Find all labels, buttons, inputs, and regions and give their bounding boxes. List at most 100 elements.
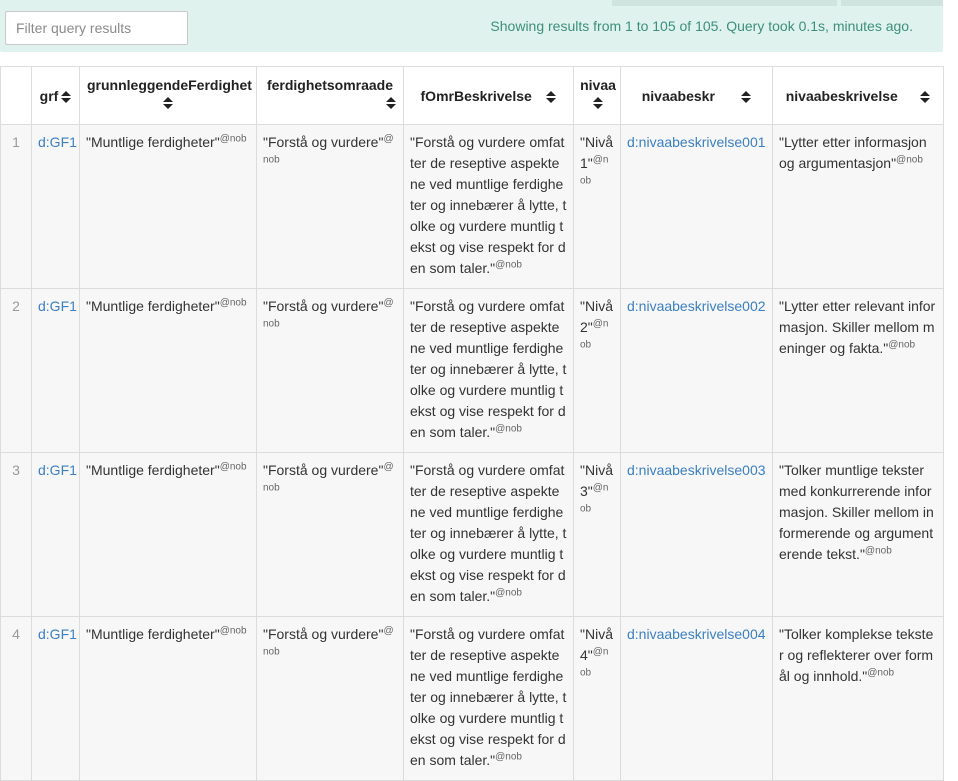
language-tag: @nob [864, 545, 892, 557]
top-tab[interactable] [612, 0, 837, 6]
language-tag: @nob [219, 625, 247, 637]
cell-text: "Nivå 3" [580, 462, 613, 499]
results-header-bar: Showing results from 1 to 105 of 105. Qu… [0, 0, 943, 52]
row-number: 3 [0, 452, 32, 617]
cell-ferdighetsomraade: "Forstå og vurdere"@nob [256, 124, 404, 289]
nivaabeskr-link[interactable]: d:nivaabeskrivelse004 [627, 626, 766, 642]
language-tag: @nob [219, 461, 247, 473]
table-row: 3 d:GF1 "Muntlige ferdigheter"@nob "Fors… [0, 452, 944, 617]
table-header-row: grf grunnleggendeFerdighet ferdighetsomr… [0, 66, 944, 125]
language-tag: @nob [219, 133, 247, 145]
cell-grunnleggendeferdighet: "Muntlige ferdigheter"@nob [79, 616, 257, 781]
cell-nivaabeskrivelse: "Tolker komplekse tekster og reflekterer… [772, 616, 944, 781]
column-header-grunnleggendeferdighet[interactable]: grunnleggendeFerdighet [79, 66, 257, 125]
cell-text: "Nivå 4" [580, 626, 613, 663]
row-number: 1 [0, 124, 32, 289]
cell-fomrbeskrivelse: "Forstå og vurdere omfatter de reseptive… [403, 616, 574, 781]
cell-grf: d:GF1 [31, 288, 80, 453]
column-header-label: grunnleggendeFerdighet [87, 77, 252, 93]
top-tab[interactable] [841, 0, 943, 6]
cell-text: "Forstå og vurdere omfatter de reseptive… [410, 462, 567, 604]
column-header-label: fOmrBeskrivelse [420, 87, 532, 104]
cell-text: "Muntlige ferdigheter" [86, 626, 220, 642]
grf-link[interactable]: d:GF1 [38, 298, 77, 314]
language-tag: @nob [495, 423, 522, 435]
cell-ferdighetsomraade: "Forstå og vurdere"@nob [256, 288, 404, 453]
cell-grunnleggendeferdighet: "Muntlige ferdigheter"@nob [79, 288, 257, 453]
column-header-nivaabeskr[interactable]: nivaabeskr [620, 66, 773, 125]
filter-query-results-input[interactable] [5, 11, 188, 45]
language-tag: @nob [219, 297, 247, 309]
column-header-fomrbeskrivelse[interactable]: fOmrBeskrivelse [403, 66, 574, 125]
cell-text: "Muntlige ferdigheter" [86, 298, 220, 314]
cell-text: "Nivå 2" [580, 298, 613, 335]
grf-link[interactable]: d:GF1 [38, 626, 77, 642]
column-header-label: ferdighetsomraade [266, 77, 394, 93]
cell-nivaabeskr: d:nivaabeskrivelse001 [620, 124, 773, 289]
cell-text: "Muntlige ferdigheter" [86, 134, 220, 150]
cell-text: "Forstå og vurdere omfatter de reseptive… [410, 134, 567, 276]
cell-fomrbeskrivelse: "Forstå og vurdere omfatter de reseptive… [403, 288, 574, 453]
grf-link[interactable]: d:GF1 [38, 462, 77, 478]
cell-text: "Tolker komplekse tekster og reflekterer… [779, 626, 934, 684]
sort-icon[interactable] [546, 90, 557, 103]
column-header-nivaa[interactable]: nivaa [573, 66, 621, 125]
cell-ferdighetsomraade: "Forstå og vurdere"@nob [256, 452, 404, 617]
nivaabeskr-link[interactable]: d:nivaabeskrivelse002 [627, 298, 766, 314]
cell-fomrbeskrivelse: "Forstå og vurdere omfatter de reseptive… [403, 452, 574, 617]
cell-nivaa: "Nivå 4"@nob [573, 616, 621, 781]
cell-text: "Forstå og vurdere" [263, 298, 384, 314]
cell-text: "Muntlige ferdigheter" [86, 462, 220, 478]
cell-nivaabeskr: d:nivaabeskrivelse002 [620, 288, 773, 453]
row-number-header [0, 66, 32, 125]
sort-icon[interactable] [163, 97, 173, 109]
column-header-nivaabeskrivelse[interactable]: nivaabeskrivelse [772, 66, 944, 125]
sort-icon[interactable] [741, 90, 752, 103]
row-number: 2 [0, 288, 32, 453]
column-header-ferdighetsomraade[interactable]: ferdighetsomraade [256, 66, 404, 125]
cell-text: "Tolker muntlige tekster med konkurreren… [779, 462, 934, 562]
sort-icon[interactable] [593, 97, 603, 109]
grf-link[interactable]: d:GF1 [38, 134, 77, 150]
cell-text: "Forstå og vurdere" [263, 462, 384, 478]
nivaabeskr-link[interactable]: d:nivaabeskrivelse003 [627, 462, 766, 478]
language-tag: @nob [495, 259, 522, 271]
cell-grunnleggendeferdighet: "Muntlige ferdigheter"@nob [79, 124, 257, 289]
cell-text: "Nivå 1" [580, 134, 613, 171]
column-header-grf[interactable]: grf [31, 66, 80, 125]
cell-text: "Forstå og vurdere" [263, 626, 384, 642]
table-row: 2 d:GF1 "Muntlige ferdigheter"@nob "Fors… [0, 288, 944, 453]
table-row: 4 d:GF1 "Muntlige ferdigheter"@nob "Fors… [0, 616, 944, 781]
cell-nivaabeskrivelse: "Lytter etter relevant informasjon. Skil… [772, 288, 944, 453]
cell-nivaabeskr: d:nivaabeskrivelse003 [620, 452, 773, 617]
cell-ferdighetsomraade: "Forstå og vurdere"@nob [256, 616, 404, 781]
results-table: grf grunnleggendeFerdighet ferdighetsomr… [0, 66, 944, 781]
language-tag: @nob [896, 154, 923, 166]
cell-grf: d:GF1 [31, 452, 80, 617]
results-table-container: grf grunnleggendeFerdighet ferdighetsomr… [0, 66, 944, 781]
cell-grf: d:GF1 [31, 616, 80, 781]
cell-text: "Forstå og vurdere omfatter de reseptive… [410, 626, 567, 768]
column-header-label: grf [39, 87, 59, 104]
cell-text: "Forstå og vurdere omfatter de reseptive… [410, 298, 567, 440]
nivaabeskr-link[interactable]: d:nivaabeskrivelse001 [627, 134, 766, 150]
query-status-text: Showing results from 1 to 105 of 105. Qu… [490, 18, 913, 34]
cell-nivaabeskrivelse: "Lytter etter informasjon og argumentasj… [772, 124, 944, 289]
language-tag: @nob [867, 667, 895, 679]
cell-nivaa: "Nivå 3"@nob [573, 452, 621, 617]
cell-text: "Lytter etter informasjon og argumentasj… [779, 134, 927, 171]
cell-nivaabeskr: d:nivaabeskrivelse004 [620, 616, 773, 781]
sort-icon[interactable] [386, 97, 396, 109]
top-tab-strip [612, 0, 943, 6]
column-header-label: nivaabeskrivelse [785, 87, 898, 104]
cell-text: "Forstå og vurdere" [263, 134, 384, 150]
column-header-label: nivaabeskr [641, 87, 715, 104]
sort-icon[interactable] [61, 90, 72, 103]
row-number: 4 [0, 616, 32, 781]
language-tag: @nob [495, 751, 522, 763]
language-tag: @nob [495, 587, 522, 599]
table-row: 1 d:GF1 "Muntlige ferdigheter"@nob "Fors… [0, 124, 944, 289]
cell-fomrbeskrivelse: "Forstå og vurdere omfatter de reseptive… [403, 124, 574, 289]
cell-nivaa: "Nivå 1"@nob [573, 124, 621, 289]
sort-icon[interactable] [920, 90, 931, 103]
